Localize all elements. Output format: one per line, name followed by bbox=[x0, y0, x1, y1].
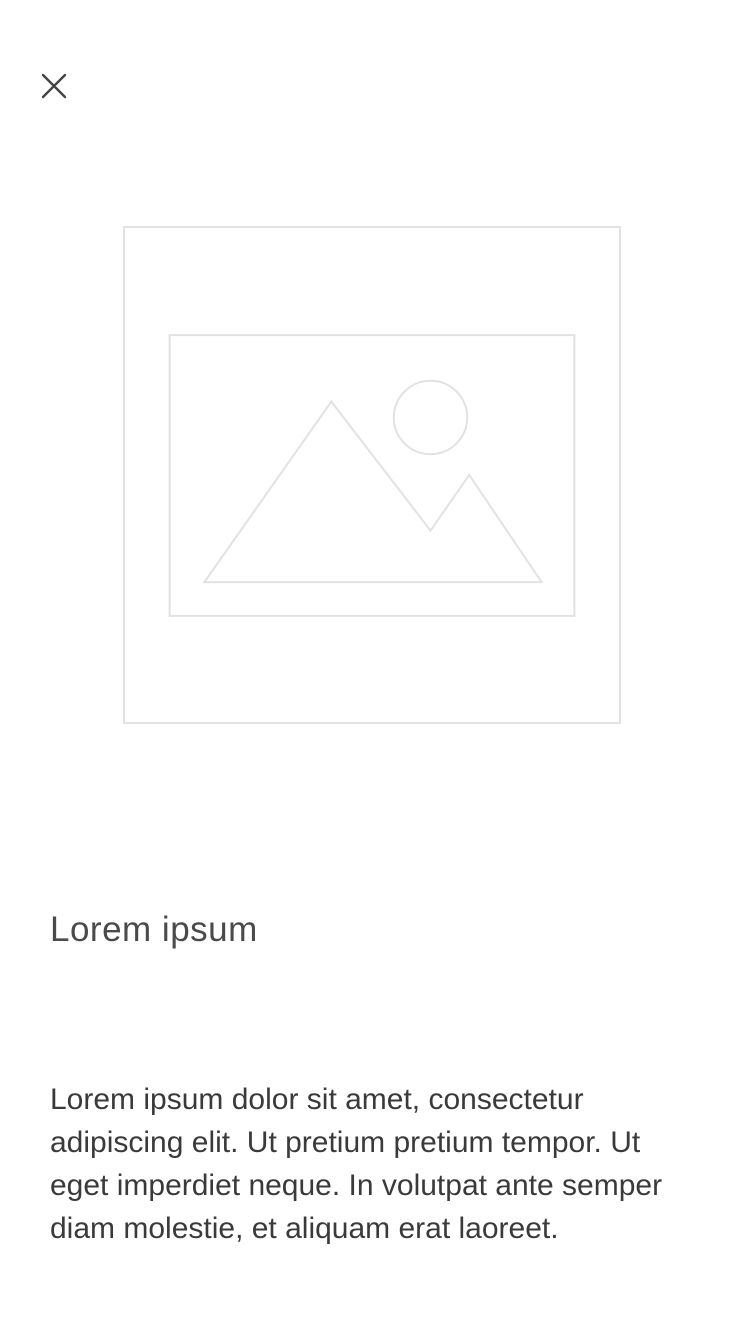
close-icon bbox=[39, 71, 69, 101]
close-button[interactable] bbox=[30, 62, 78, 110]
page-title: Lorem ipsum bbox=[50, 910, 258, 949]
description-text: Lorem ipsum dolor sit amet, consectetur … bbox=[50, 1083, 663, 1245]
image-placeholder bbox=[123, 226, 621, 724]
